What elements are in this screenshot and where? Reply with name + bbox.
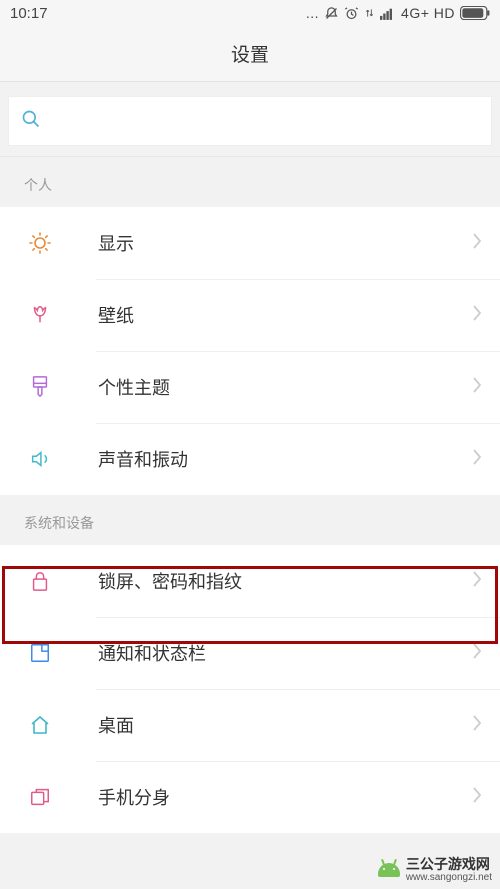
chevron-right-icon xyxy=(472,712,482,738)
row-wallpaper[interactable]: 壁纸 xyxy=(0,279,500,351)
section-header-system: 系统和设备 xyxy=(0,495,500,545)
list-system: 锁屏、密码和指纹 通知和状态栏 桌面 xyxy=(0,545,500,833)
row-lockscreen[interactable]: 锁屏、密码和指纹 xyxy=(0,545,500,617)
section-header-personal: 个人 xyxy=(0,157,500,207)
status-time: 10:17 xyxy=(10,5,48,22)
row-label: 通知和状态栏 xyxy=(98,640,472,666)
chevron-right-icon xyxy=(472,784,482,810)
row-label: 桌面 xyxy=(98,712,472,738)
chevron-right-icon xyxy=(472,640,482,666)
data-transfer-icon xyxy=(364,6,375,20)
home-icon xyxy=(26,713,54,737)
row-theme[interactable]: 个性主题 xyxy=(0,351,500,423)
row-notification[interactable]: 通知和状态栏 xyxy=(0,617,500,689)
chevron-right-icon xyxy=(472,568,482,594)
lock-icon xyxy=(26,569,54,593)
signal-icon xyxy=(380,7,396,20)
watermark-url: www.sangongzi.net xyxy=(406,872,492,883)
chevron-right-icon xyxy=(472,446,482,472)
alarm-icon xyxy=(344,6,359,21)
search-input[interactable] xyxy=(51,112,479,130)
row-label: 手机分身 xyxy=(98,784,472,810)
chevron-right-icon xyxy=(472,302,482,328)
search-container xyxy=(0,82,500,157)
row-dual-apps[interactable]: 手机分身 xyxy=(0,761,500,833)
row-display[interactable]: 显示 xyxy=(0,207,500,279)
notification-bar-icon xyxy=(26,642,54,664)
status-dots-icon: ... xyxy=(306,5,319,21)
page-title: 设置 xyxy=(231,40,269,67)
row-label: 锁屏、密码和指纹 xyxy=(98,568,472,594)
watermark-name: 三公子游戏网 xyxy=(406,857,492,872)
search-icon xyxy=(21,109,41,134)
speaker-icon xyxy=(26,448,54,470)
row-label: 声音和振动 xyxy=(98,446,472,472)
dual-rect-icon xyxy=(26,786,54,808)
tulip-icon xyxy=(26,303,54,327)
row-label: 壁纸 xyxy=(98,302,472,328)
row-sound[interactable]: 声音和振动 xyxy=(0,423,500,495)
page-header: 设置 xyxy=(0,26,500,82)
watermark: 三公子游戏网 www.sangongzi.net xyxy=(378,857,492,883)
row-label: 显示 xyxy=(98,230,472,256)
row-home[interactable]: 桌面 xyxy=(0,689,500,761)
search-box[interactable] xyxy=(8,96,492,146)
status-network: 4G+ HD xyxy=(401,5,455,21)
brush-icon xyxy=(26,374,54,400)
sun-icon xyxy=(26,231,54,255)
dnd-icon xyxy=(324,6,339,21)
chevron-right-icon xyxy=(472,374,482,400)
chevron-right-icon xyxy=(472,230,482,256)
battery-icon xyxy=(460,6,490,20)
row-label: 个性主题 xyxy=(98,374,472,400)
list-personal: 显示 壁纸 个性主题 xyxy=(0,207,500,495)
status-bar: 10:17 ... xyxy=(0,0,500,26)
android-icon xyxy=(378,863,400,877)
